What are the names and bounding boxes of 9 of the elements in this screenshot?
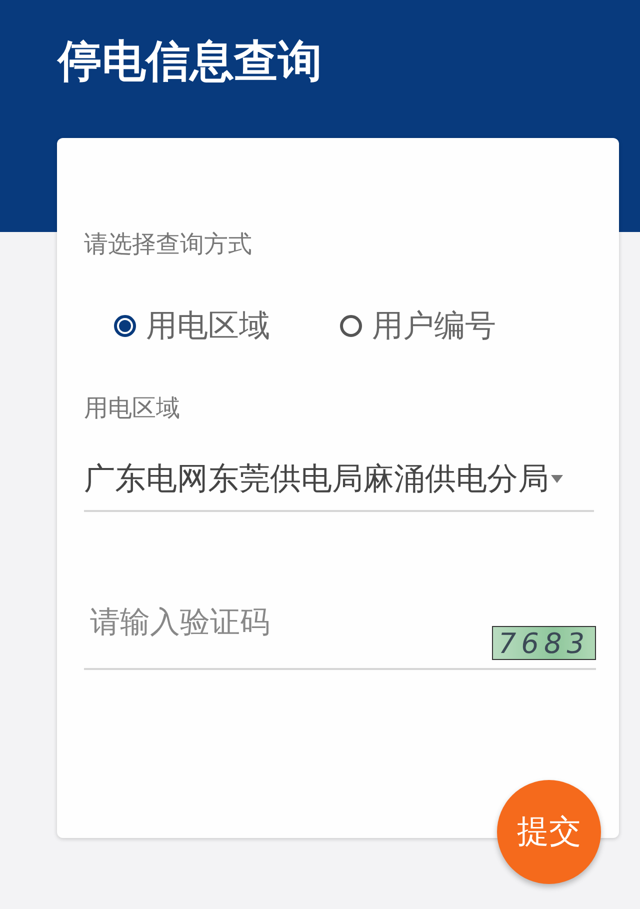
region-dropdown[interactable]: 广东电网东莞供电局麻涌供电分局 bbox=[84, 448, 594, 512]
page-title: 停电信息查询 bbox=[58, 35, 323, 89]
captcha-image[interactable]: 7683 bbox=[492, 626, 596, 660]
captcha-field[interactable]: 请输入验证码 bbox=[84, 605, 492, 668]
field-label: 用电区域 bbox=[84, 393, 181, 424]
radio-option[interactable]: 用电区域 bbox=[114, 306, 270, 346]
field-label: 请选择查询方式 bbox=[84, 229, 253, 260]
caret-icon bbox=[551, 475, 563, 483]
radio-option[interactable]: 用户编号 bbox=[340, 306, 496, 346]
